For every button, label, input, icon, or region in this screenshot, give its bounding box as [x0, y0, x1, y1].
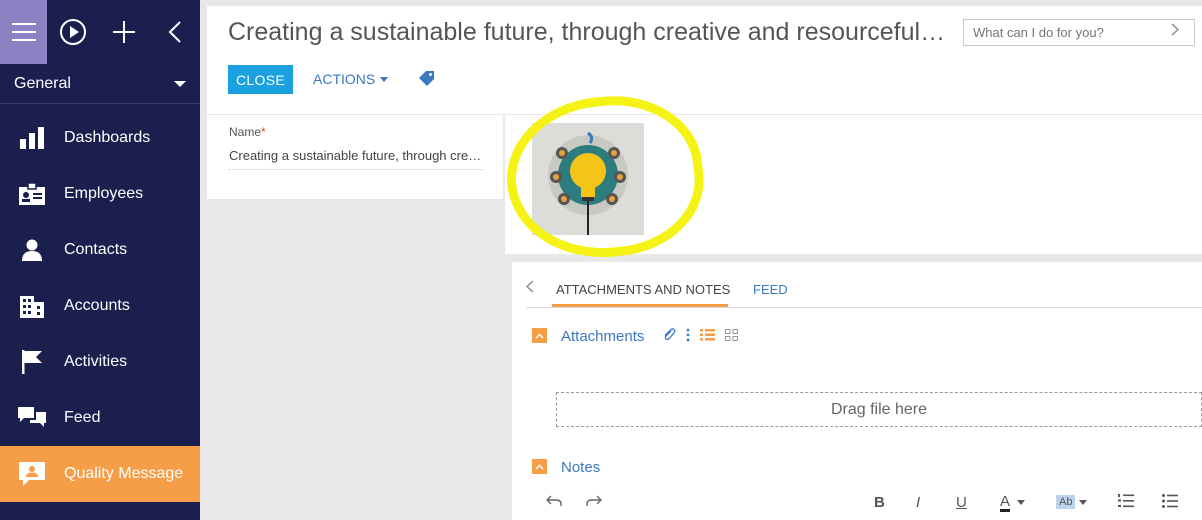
- id-card-icon: [19, 183, 45, 205]
- building-icon: [20, 296, 44, 318]
- actions-label: ACTIONS: [313, 71, 376, 87]
- sidebar-item-label: Quality Message: [64, 465, 184, 482]
- redo-icon[interactable]: [586, 494, 602, 511]
- highlight-dropdown-icon[interactable]: [1079, 500, 1087, 505]
- play-process-button[interactable]: [47, 0, 98, 64]
- actions-menu-button[interactable]: ACTIONS: [313, 71, 389, 87]
- more-vertical-icon[interactable]: [686, 328, 690, 342]
- attachments-toolbar: [662, 328, 738, 342]
- name-field-input[interactable]: Creating a sustainable future, through c…: [229, 148, 483, 170]
- bold-button[interactable]: B: [874, 494, 885, 511]
- name-panel: Name* Creating a sustainable future, thr…: [207, 115, 503, 199]
- sidebar-item-accounts[interactable]: Accounts: [0, 278, 200, 334]
- sidebar-item-feed[interactable]: Feed: [0, 390, 200, 446]
- tag-icon[interactable]: [419, 70, 435, 91]
- tab-divider: [526, 307, 1202, 308]
- command-line-input[interactable]: [963, 19, 1195, 46]
- play-circle-icon: [59, 19, 86, 45]
- highlight-color-button[interactable]: Ab: [1056, 495, 1076, 509]
- chevron-down-icon: [174, 80, 186, 87]
- sidebar-item-employees[interactable]: Employees: [0, 166, 200, 222]
- sidebar-item-contacts[interactable]: Contacts: [0, 222, 200, 278]
- sidebar-item-dashboards[interactable]: Dashboards: [0, 110, 200, 166]
- sidebar-item-quality-message[interactable]: Quality Message: [0, 446, 200, 502]
- undo-icon[interactable]: [546, 494, 562, 511]
- hamburger-icon: [11, 23, 36, 41]
- main-area: Creating a sustainable future, through c…: [207, 6, 1202, 520]
- sidebar: General Dashboards Employees Contacts Ac…: [0, 0, 200, 520]
- chevron-left-icon: [168, 21, 181, 43]
- add-button[interactable]: [98, 0, 149, 64]
- tab-scroll-left-icon[interactable]: [525, 280, 534, 296]
- list-view-icon[interactable]: [700, 329, 715, 341]
- sidebar-item-label: Activities: [64, 353, 128, 370]
- name-field-label: Name*: [229, 125, 266, 139]
- chat-icon: [18, 407, 46, 427]
- close-button[interactable]: CLOSE: [228, 65, 293, 94]
- flag-icon: [22, 350, 42, 374]
- sidebar-item-label: Contacts: [64, 241, 128, 258]
- notes-collapse-toggle[interactable]: [532, 459, 547, 474]
- tab-feed[interactable]: FEED: [753, 282, 788, 297]
- collapse-sidebar-button[interactable]: [149, 0, 200, 64]
- chevron-up-icon: [535, 332, 544, 339]
- italic-button[interactable]: I: [916, 494, 920, 511]
- font-color-button[interactable]: A: [1000, 494, 1011, 512]
- bar-chart-icon: [20, 127, 44, 149]
- person-icon: [22, 239, 42, 261]
- chevron-up-icon: [535, 463, 544, 470]
- sidebar-item-label: Feed: [64, 409, 101, 426]
- sidebar-item-label: Dashboards: [64, 129, 151, 146]
- sidebar-item-activities[interactable]: Activities: [0, 334, 200, 390]
- workplace-label: General: [14, 74, 71, 92]
- chevron-right-icon[interactable]: [1171, 23, 1180, 40]
- tab-attachments-and-notes[interactable]: ATTACHMENTS AND NOTES: [556, 282, 730, 297]
- page-title: Creating a sustainable future, through c…: [228, 18, 948, 46]
- notes-editor-toolbar: B I U A Ab: [540, 494, 1202, 518]
- paperclip-icon[interactable]: [662, 328, 676, 342]
- sidebar-item-label: Employees: [64, 185, 144, 202]
- attachments-collapse-toggle[interactable]: [532, 328, 547, 343]
- workplace-selector[interactable]: General: [0, 64, 200, 104]
- numbered-list-icon[interactable]: [1118, 494, 1134, 512]
- file-drop-zone[interactable]: Drag file here: [556, 392, 1202, 427]
- underline-button[interactable]: U: [956, 494, 967, 511]
- tile-view-icon[interactable]: [725, 329, 738, 341]
- page-header: Creating a sustainable future, through c…: [207, 6, 1202, 114]
- plus-icon: [112, 21, 135, 43]
- notes-section-title: Notes: [561, 459, 601, 476]
- font-color-dropdown-icon[interactable]: [1017, 500, 1025, 505]
- bullet-list-icon[interactable]: [1162, 494, 1178, 512]
- attachments-section-title: Attachments: [561, 328, 645, 345]
- sidebar-top-bar: [0, 0, 200, 64]
- tabs-panel: ATTACHMENTS AND NOTES FEED Attachments D…: [512, 262, 1202, 520]
- hamburger-menu-button[interactable]: [0, 0, 48, 64]
- quality-message-icon: [19, 462, 45, 486]
- caret-down-icon: [380, 76, 389, 82]
- sidebar-item-label: Accounts: [64, 297, 130, 314]
